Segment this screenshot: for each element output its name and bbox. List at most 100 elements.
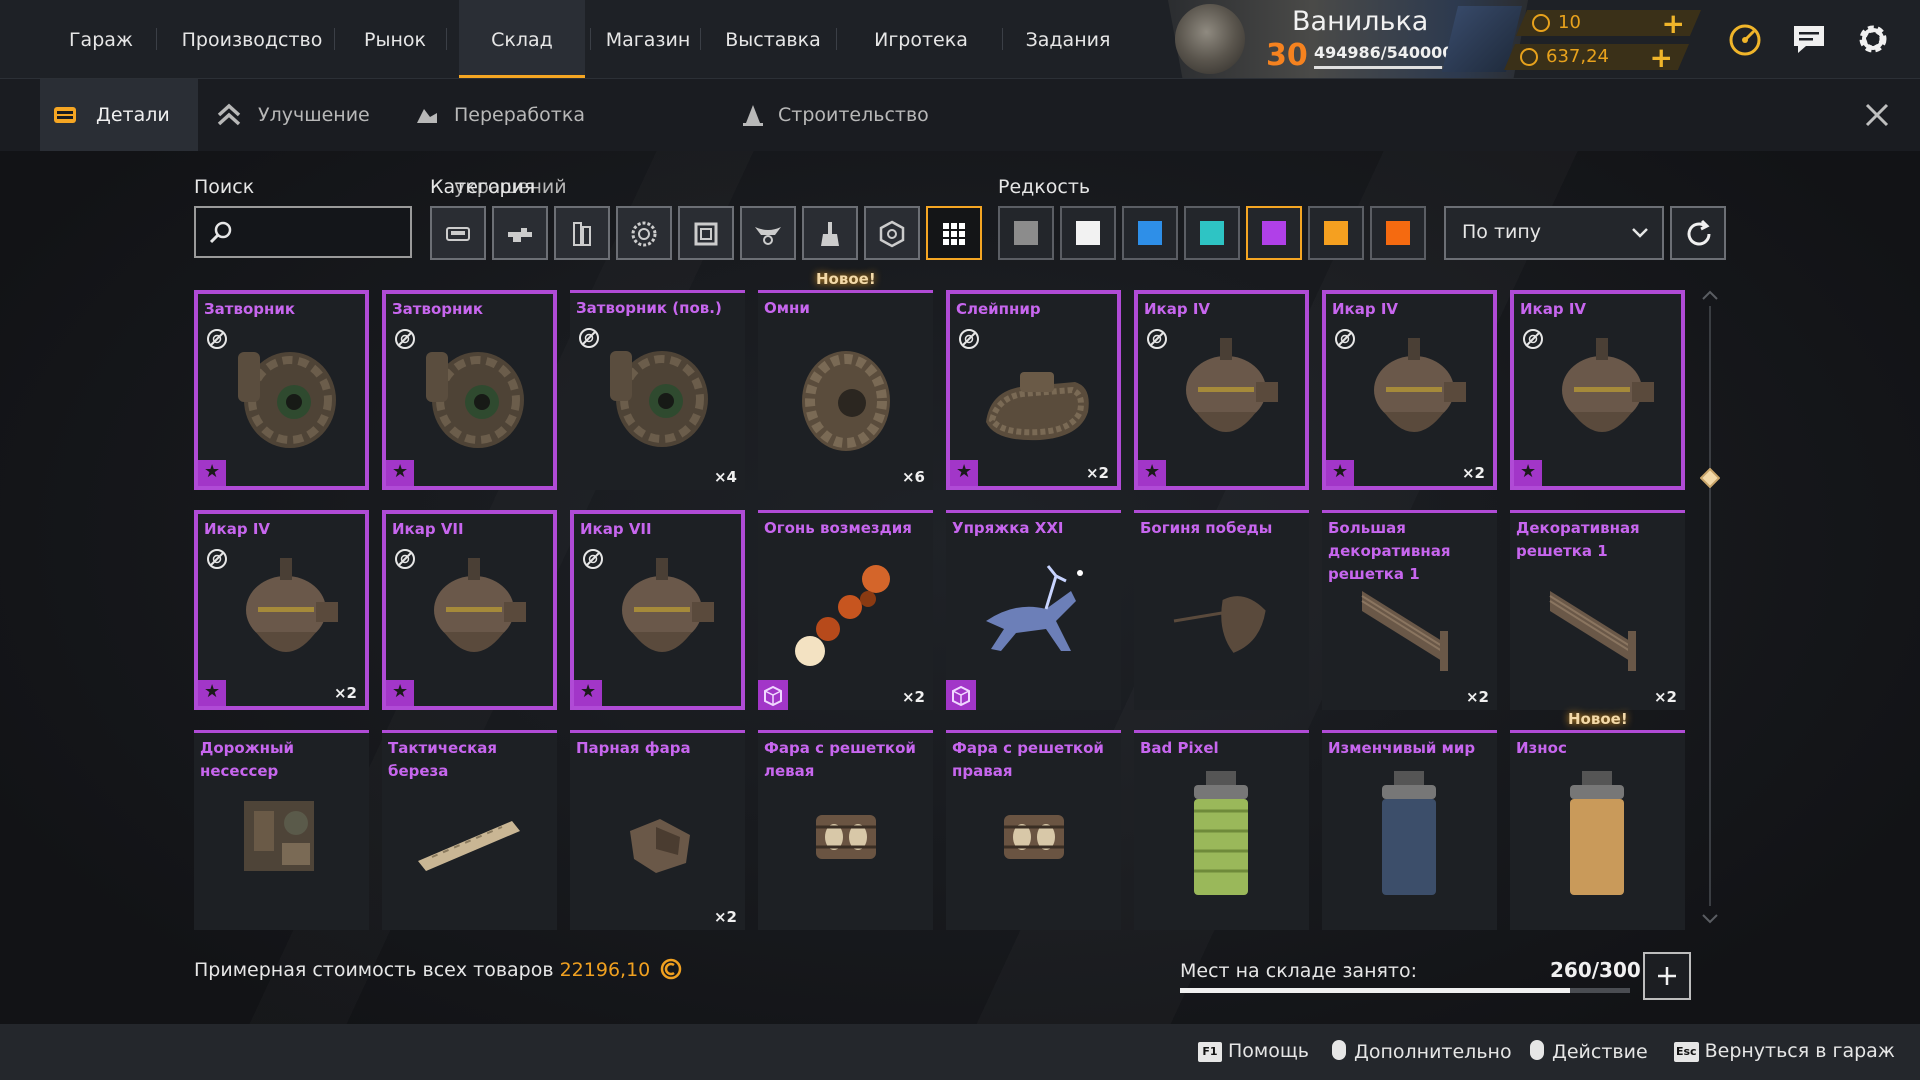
scrollbar-track[interactable] xyxy=(1709,306,1711,906)
item-image xyxy=(1549,591,1636,671)
item-image xyxy=(795,565,890,666)
sort-dropdown[interactable]: По типу xyxy=(1444,206,1664,260)
nav-exhibition[interactable]: Выставка xyxy=(716,0,830,78)
item-card[interactable]: Икар IV ×2 xyxy=(1322,290,1497,490)
nav-market[interactable]: Рынок xyxy=(348,0,442,78)
speedometer-icon[interactable] xyxy=(1726,20,1764,58)
item-card[interactable]: Затворник (пов.) ×4 xyxy=(570,290,745,490)
item-card[interactable]: Большая декоративная решетка 1 ×2 xyxy=(1322,510,1497,710)
item-card[interactable]: Огонь возмездия ×2 xyxy=(758,510,933,710)
hint-action[interactable]: Действие xyxy=(1530,1040,1648,1063)
item-card[interactable]: Упряжка XXI xyxy=(946,510,1121,710)
item-card[interactable]: Богиня победы xyxy=(1134,510,1309,710)
item-card[interactable]: Bad Pixel xyxy=(1134,730,1309,930)
rarity-filter-6[interactable] xyxy=(1308,206,1364,260)
tab-upgrade[interactable]: Улучшение xyxy=(214,79,374,151)
rarity-filter-2[interactable] xyxy=(1060,206,1116,260)
item-card[interactable]: Дорожный несессер xyxy=(194,730,369,930)
chat-icon[interactable] xyxy=(1790,20,1828,58)
xp-value: 494986/540000 xyxy=(1314,43,1454,62)
nav-garage[interactable]: Гараж xyxy=(50,0,152,78)
category-weapons[interactable] xyxy=(492,206,548,260)
scroll-up-icon[interactable] xyxy=(1700,288,1720,302)
nav-separator xyxy=(1002,28,1003,50)
item-image xyxy=(630,819,690,873)
item-card[interactable]: Износ xyxy=(1510,730,1685,930)
nav-tasks[interactable]: Задания xyxy=(1012,0,1124,78)
hint-more[interactable]: Дополнительно xyxy=(1332,1040,1512,1063)
hint-back-to-garage[interactable]: Esc Вернуться в гараж xyxy=(1674,1040,1895,1062)
tab-details[interactable]: Детали xyxy=(40,79,198,151)
category-label: Категория xyxy=(430,176,536,198)
item-card[interactable]: Икар IV xyxy=(1134,290,1309,490)
tab-decor-recycling[interactable]: Переработка украшений xyxy=(412,79,702,198)
rarity-filter-3[interactable] xyxy=(1122,206,1178,260)
nav-separator xyxy=(446,28,447,50)
item-card[interactable]: Слейпнир ×2 xyxy=(946,290,1121,490)
category-decor[interactable] xyxy=(740,206,796,260)
category-all[interactable] xyxy=(926,206,982,260)
rarity-filter-7[interactable] xyxy=(1370,206,1426,260)
item-count: ×4 xyxy=(713,468,737,486)
category-frames[interactable] xyxy=(678,206,734,260)
rarity-filter-4[interactable] xyxy=(1184,206,1240,260)
avatar[interactable] xyxy=(1175,4,1245,74)
search-input[interactable] xyxy=(194,206,412,258)
scrollbar-thumb[interactable] xyxy=(1700,468,1720,488)
item-name: Износ xyxy=(1516,739,1567,757)
item-card[interactable]: Икар VII xyxy=(570,510,745,710)
tab-construction[interactable]: Строительство xyxy=(738,79,938,151)
item-card[interactable]: Икар IV ×2 xyxy=(194,510,369,710)
expand-storage-button[interactable] xyxy=(1643,952,1691,1000)
item-card[interactable]: Икар IV xyxy=(1510,290,1685,490)
plus-icon xyxy=(1658,967,1676,985)
no-craft-icon xyxy=(579,328,599,348)
nav-storage[interactable]: Склад xyxy=(459,0,585,78)
coins-value: 10 xyxy=(1558,12,1581,33)
item-count: ×2 xyxy=(713,908,737,926)
item-card[interactable]: Омни ×6 xyxy=(758,290,933,490)
item-name: Затворник xyxy=(204,300,296,318)
item-card[interactable]: Фара с решеткой левая xyxy=(758,730,933,930)
frame-icon xyxy=(694,222,718,246)
storage-bar-fill xyxy=(1180,988,1571,993)
hint-help[interactable]: F1 Помощь xyxy=(1198,1040,1309,1062)
tab-construction-label: Строительство xyxy=(778,104,929,126)
refresh-button[interactable] xyxy=(1670,206,1726,260)
item-card[interactable]: Затворник xyxy=(194,290,369,490)
star-icon xyxy=(574,680,602,706)
item-card[interactable]: Затворник xyxy=(382,290,557,490)
nav-separator xyxy=(156,28,157,50)
nav-production[interactable]: Производство xyxy=(172,0,332,78)
close-icon[interactable] xyxy=(1862,100,1892,130)
nav-games[interactable]: Игротека xyxy=(860,0,982,78)
item-card[interactable]: Фара с решеткой правая xyxy=(946,730,1121,930)
scroll-down-icon[interactable] xyxy=(1700,912,1720,926)
item-card[interactable]: Изменчивый мир xyxy=(1322,730,1497,930)
item-card[interactable]: Икар VII xyxy=(382,510,557,710)
rarity-filter-1[interactable] xyxy=(998,206,1054,260)
category-modules[interactable] xyxy=(554,206,610,260)
rarity-filter-5[interactable] xyxy=(1246,206,1302,260)
item-count: ×2 xyxy=(333,684,357,702)
category-paint[interactable] xyxy=(802,206,858,260)
add-gold-button[interactable]: + xyxy=(1650,44,1673,70)
item-count: ×2 xyxy=(1085,464,1109,482)
category-misc[interactable] xyxy=(864,206,920,260)
nav-shop[interactable]: Магазин xyxy=(600,0,696,78)
item-name: Bad Pixel xyxy=(1140,739,1219,757)
item-image xyxy=(816,815,876,859)
add-coins-button[interactable]: + xyxy=(1662,10,1685,36)
item-image xyxy=(434,558,526,652)
category-wheels[interactable] xyxy=(616,206,672,260)
no-craft-icon xyxy=(1335,329,1355,349)
category-cabins[interactable] xyxy=(430,206,486,260)
f1-key-icon: F1 xyxy=(1198,1042,1222,1062)
settings-gear-icon[interactable] xyxy=(1854,20,1892,58)
cone-icon xyxy=(743,105,763,126)
item-card[interactable]: Тактическая береза xyxy=(382,730,557,930)
item-name: Икар IV xyxy=(204,520,271,538)
item-card[interactable]: Парная фара ×2 xyxy=(570,730,745,930)
item-name: Омни xyxy=(764,299,810,317)
item-card[interactable]: Декоративная решетка 1 ×2 xyxy=(1510,510,1685,710)
